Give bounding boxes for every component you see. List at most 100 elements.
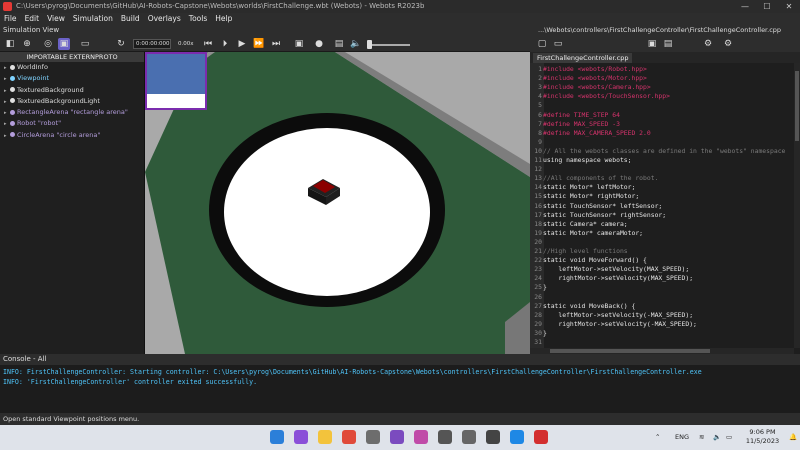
- maximize-button[interactable]: ☐: [756, 0, 778, 13]
- menu-file[interactable]: File: [0, 13, 21, 25]
- battery-icon[interactable]: ▭: [726, 425, 732, 450]
- notification-icon[interactable]: 🔔: [789, 425, 797, 450]
- line-number: 15: [534, 192, 542, 201]
- scene-tree-item-label: Viewpoint: [17, 74, 50, 83]
- line-number: 7: [538, 119, 542, 128]
- open-file-icon[interactable]: ▭: [552, 38, 564, 50]
- menu-tools[interactable]: Tools: [185, 13, 211, 25]
- scene-tree-item[interactable]: ▸ TexturedBackground: [0, 85, 144, 96]
- title-bar: C:\Users\pyrog\Documents\GitHub\AI-Robot…: [0, 0, 800, 13]
- language-indicator[interactable]: ENG: [675, 425, 689, 450]
- line-number: 3: [538, 83, 542, 92]
- chrome-icon[interactable]: [342, 430, 356, 444]
- volume-slider[interactable]: [372, 44, 410, 46]
- speaker-icon[interactable]: 🔈: [713, 425, 721, 450]
- wifi-icon[interactable]: ≋: [699, 425, 704, 450]
- console-output[interactable]: INFO: FirstChallengeController: Starting…: [0, 365, 800, 413]
- scene-tree-item[interactable]: ▸ Viewpoint: [0, 73, 144, 84]
- webots-window: C:\Users\pyrog\Documents\GitHub\AI-Robot…: [0, 0, 800, 450]
- viewpoint-menu-icon[interactable]: ▣: [58, 38, 70, 50]
- fast-forward-icon[interactable]: ⏩: [253, 38, 265, 50]
- scene-tree-item[interactable]: ▸ CircleArena "circle arena": [0, 130, 144, 141]
- line-number: 2: [538, 74, 542, 83]
- clock-time: 9:06 PM: [749, 428, 776, 436]
- menu-edit[interactable]: Edit: [21, 13, 44, 25]
- code-line: 31: [530, 338, 800, 347]
- code-line: 26: [530, 293, 800, 302]
- app-icon[interactable]: [486, 430, 500, 444]
- scene-tree-item[interactable]: ▸ RectangleArena "rectangle arena": [0, 107, 144, 118]
- open-world-icon[interactable]: ▭: [79, 38, 91, 50]
- line-number: 30: [534, 328, 542, 337]
- hide-scene-tree-icon[interactable]: ◧: [4, 38, 16, 50]
- new-file-icon[interactable]: ▢: [536, 38, 548, 50]
- visual-studio-icon[interactable]: [294, 430, 308, 444]
- camera-overlay-ground: [147, 94, 205, 108]
- viewpoint-icon[interactable]: ◎: [42, 38, 54, 50]
- volume-icon[interactable]: 🔈: [350, 38, 362, 50]
- step-icon[interactable]: ⏵: [219, 38, 231, 50]
- clock-date: 11/5/2023: [745, 437, 780, 445]
- reset-simulation-icon[interactable]: ⏮: [202, 38, 214, 50]
- tab-controller-cpp[interactable]: FirstChallengeController.cpp: [533, 53, 633, 63]
- menu-help[interactable]: Help: [211, 13, 236, 25]
- file-explorer-icon[interactable]: [318, 430, 332, 444]
- code-line: 1#include <webots/Robot.hpp>: [530, 65, 800, 74]
- screenshot-icon[interactable]: ▣: [293, 38, 305, 50]
- app-icon[interactable]: [438, 430, 452, 444]
- windows-start-icon[interactable]: [270, 430, 284, 444]
- code-line: 28 leftMotor->setVelocity(-MAX_SPEED);: [530, 311, 800, 320]
- app-icon[interactable]: [462, 430, 476, 444]
- scene-tree-header[interactable]: IMPORTABLE EXTERNPROTO: [0, 52, 144, 62]
- editor-vertical-scrollbar[interactable]: [794, 63, 800, 348]
- menu-overlays[interactable]: Overlays: [144, 13, 185, 25]
- scene-tree-item-label: CircleArena "circle arena": [17, 130, 101, 139]
- webots-icon[interactable]: [534, 430, 548, 444]
- build-icon[interactable]: ⚙: [722, 38, 734, 50]
- scene-tree-item[interactable]: ▸ TexturedBackgroundLight: [0, 96, 144, 107]
- scene-tree-item[interactable]: ▸ WorldInfo: [0, 62, 144, 73]
- github-desktop-icon[interactable]: [390, 430, 404, 444]
- save-as-icon[interactable]: ▤: [662, 38, 674, 50]
- simulation-speed: 0.00x: [178, 41, 194, 47]
- save-file-icon[interactable]: ▣: [646, 38, 658, 50]
- menu-build[interactable]: Build: [117, 13, 144, 25]
- code-editor[interactable]: 1#include <webots/Robot.hpp> 2#include <w…: [530, 63, 800, 348]
- menu-view[interactable]: View: [43, 13, 69, 25]
- console-line: INFO: 'FirstChallengeController' control…: [3, 378, 258, 386]
- node-icon: [10, 64, 15, 70]
- code-line: 19static Motor* cameraMotor;: [530, 229, 800, 238]
- scene-tree-item-label: TexturedBackground: [17, 85, 84, 94]
- add-node-icon[interactable]: ⊕: [21, 38, 33, 50]
- code-line: 16static TouchSensor* leftSensor;: [530, 202, 800, 211]
- line-number: 18: [534, 219, 542, 228]
- line-number: 11: [534, 156, 542, 164]
- animation-icon[interactable]: ▤: [333, 38, 345, 50]
- taskbar-clock[interactable]: 9:06 PM 11/5/2023: [740, 428, 785, 446]
- status-bar: Open standard Viewpoint positions menu.: [0, 413, 800, 425]
- calculator-icon[interactable]: [366, 430, 380, 444]
- vscode-icon[interactable]: [510, 430, 524, 444]
- code-line: 11using namespace webots;: [530, 156, 800, 165]
- line-number: 16: [534, 201, 542, 210]
- record-movie-icon[interactable]: ●: [313, 38, 325, 50]
- line-number: 31: [534, 338, 542, 346]
- minimize-button[interactable]: —: [734, 0, 756, 13]
- expand-arrow-icon[interactable]: ▸: [4, 131, 10, 142]
- console-line: INFO: FirstChallengeController: Starting…: [3, 368, 702, 376]
- reload-world-icon[interactable]: ↻: [115, 38, 127, 50]
- 3d-viewport[interactable]: [145, 52, 530, 354]
- play-icon[interactable]: ▶: [236, 38, 248, 50]
- menu-simulation[interactable]: Simulation: [69, 13, 117, 25]
- window-controls: — ☐ ✕: [734, 0, 800, 13]
- code-line: 6#define TIME_STEP 64: [530, 111, 800, 120]
- tray-chevron-icon[interactable]: ⌃: [655, 425, 660, 450]
- line-text: #define TIME_STEP 64: [543, 110, 620, 119]
- build-settings-icon[interactable]: ⚙: [702, 38, 714, 50]
- scene-tree-item[interactable]: ▸ Robot "robot": [0, 118, 144, 129]
- skip-icon[interactable]: ⏭: [270, 38, 282, 50]
- code-line: 5: [530, 101, 800, 110]
- app-icon[interactable]: [414, 430, 428, 444]
- volume-slider-handle[interactable]: [367, 40, 372, 49]
- close-button[interactable]: ✕: [778, 0, 800, 13]
